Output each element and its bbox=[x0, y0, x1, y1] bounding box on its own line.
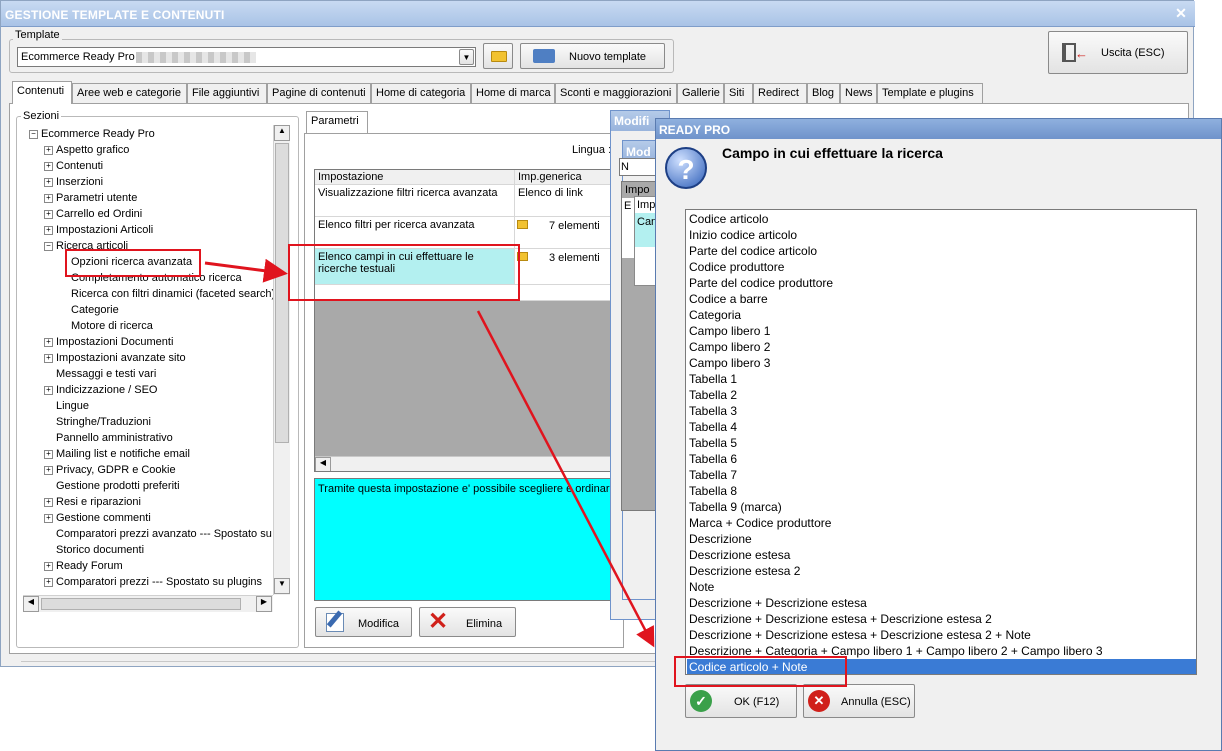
arrow-to-setting bbox=[204, 258, 288, 283]
arrow-to-option bbox=[476, 310, 655, 648]
annotation-arrows bbox=[204, 258, 655, 648]
